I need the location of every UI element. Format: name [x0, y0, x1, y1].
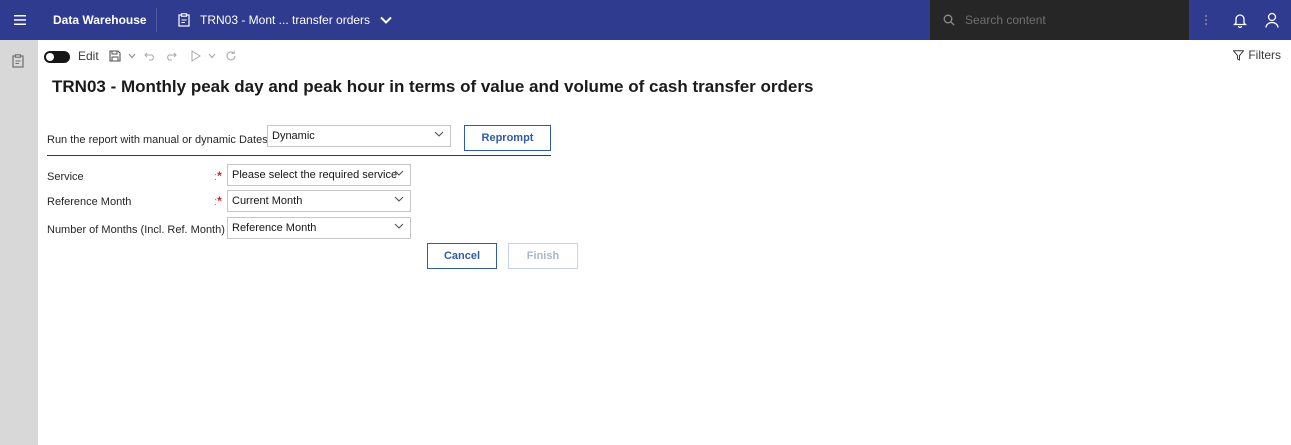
edit-toggle[interactable]: [44, 51, 70, 63]
service-required: :*: [214, 169, 222, 183]
dates-prompt-label: Run the report with manual or dynamic Da…: [47, 132, 282, 146]
play-icon: [191, 50, 201, 62]
number-of-months-label: Number of Months (Incl. Ref. Month): [47, 224, 225, 236]
report-title: TRN03 - Monthly peak day and peak hour i…: [52, 77, 814, 96]
search-box[interactable]: [930, 0, 1189, 40]
save-icon: [109, 50, 121, 62]
run-button[interactable]: [191, 48, 201, 64]
chevron-down-icon: [394, 196, 404, 202]
number-of-months-prompt: Number of Months (Incl. Ref. Month) : *: [47, 222, 239, 236]
service-select[interactable]: Please select the required service: [227, 164, 411, 186]
chevron-down-icon: [208, 53, 216, 59]
redo-button[interactable]: [165, 48, 177, 64]
filters-label: Filters: [1248, 48, 1281, 62]
service-select-value: Please select the required service: [232, 169, 398, 181]
search-icon: [943, 14, 955, 26]
cancel-button[interactable]: Cancel: [427, 243, 497, 269]
reference-month-select[interactable]: Current Month: [227, 190, 411, 212]
number-of-months-select[interactable]: Reference Month: [227, 217, 411, 239]
search-input[interactable]: [965, 13, 1165, 27]
reference-month-label: Reference Month: [47, 196, 132, 208]
edit-label: Edit: [78, 49, 99, 63]
more-options-button[interactable]: [1196, 0, 1216, 40]
required-marker: *: [217, 169, 222, 183]
undo-button[interactable]: [144, 48, 156, 64]
filter-icon: [1233, 49, 1245, 61]
bell-icon: [1233, 14, 1247, 28]
number-of-months-select-value: Reference Month: [232, 222, 317, 234]
report-toolbar: Edit Filters: [38, 40, 1291, 72]
left-rail: [0, 40, 38, 445]
dates-select[interactable]: Dynamic: [267, 125, 451, 147]
app-name[interactable]: Data Warehouse: [53, 0, 147, 40]
report-pane-button[interactable]: [11, 54, 25, 73]
finish-button[interactable]: Finish: [508, 243, 578, 269]
reference-month-required: :*: [214, 194, 222, 208]
chevron-down-icon: [394, 223, 404, 229]
refresh-button[interactable]: [225, 48, 237, 64]
kebab-icon: [1205, 15, 1207, 25]
required-marker: *: [217, 194, 222, 208]
user-profile-button[interactable]: [1257, 0, 1287, 40]
chevron-down-icon: [434, 131, 444, 137]
reference-month-select-value: Current Month: [232, 195, 303, 207]
report-document-icon: [178, 13, 190, 27]
user-icon: [1265, 12, 1279, 28]
section-divider: [47, 155, 551, 156]
dates-select-value: Dynamic: [272, 130, 315, 142]
clipboard-icon: [12, 54, 24, 68]
save-button[interactable]: [109, 48, 121, 64]
chevron-down-icon: [128, 53, 136, 59]
filters-button[interactable]: Filters: [1233, 48, 1281, 62]
refresh-icon: [226, 50, 236, 61]
reprompt-button[interactable]: Reprompt: [464, 125, 551, 151]
redo-icon: [167, 52, 177, 61]
hamburger-menu-button[interactable]: [0, 0, 40, 40]
report-tab[interactable]: TRN03 - Mont ... transfer orders: [178, 0, 392, 40]
hamburger-icon: [14, 15, 26, 25]
chevron-down-icon: [380, 16, 392, 24]
report-tab-label: TRN03 - Mont ... transfer orders: [200, 13, 371, 27]
top-bar: Data Warehouse TRN03 - Mont ... transfer…: [0, 0, 1291, 40]
notifications-button[interactable]: [1225, 0, 1255, 40]
topbar-divider: [156, 8, 157, 32]
dates-label-text: Run the report with manual or dynamic Da…: [47, 134, 268, 146]
save-menu-button[interactable]: [128, 48, 136, 64]
undo-icon: [144, 52, 154, 61]
chevron-down-icon: [394, 170, 404, 176]
run-menu-button[interactable]: [208, 48, 216, 64]
service-label: Service: [47, 171, 84, 183]
